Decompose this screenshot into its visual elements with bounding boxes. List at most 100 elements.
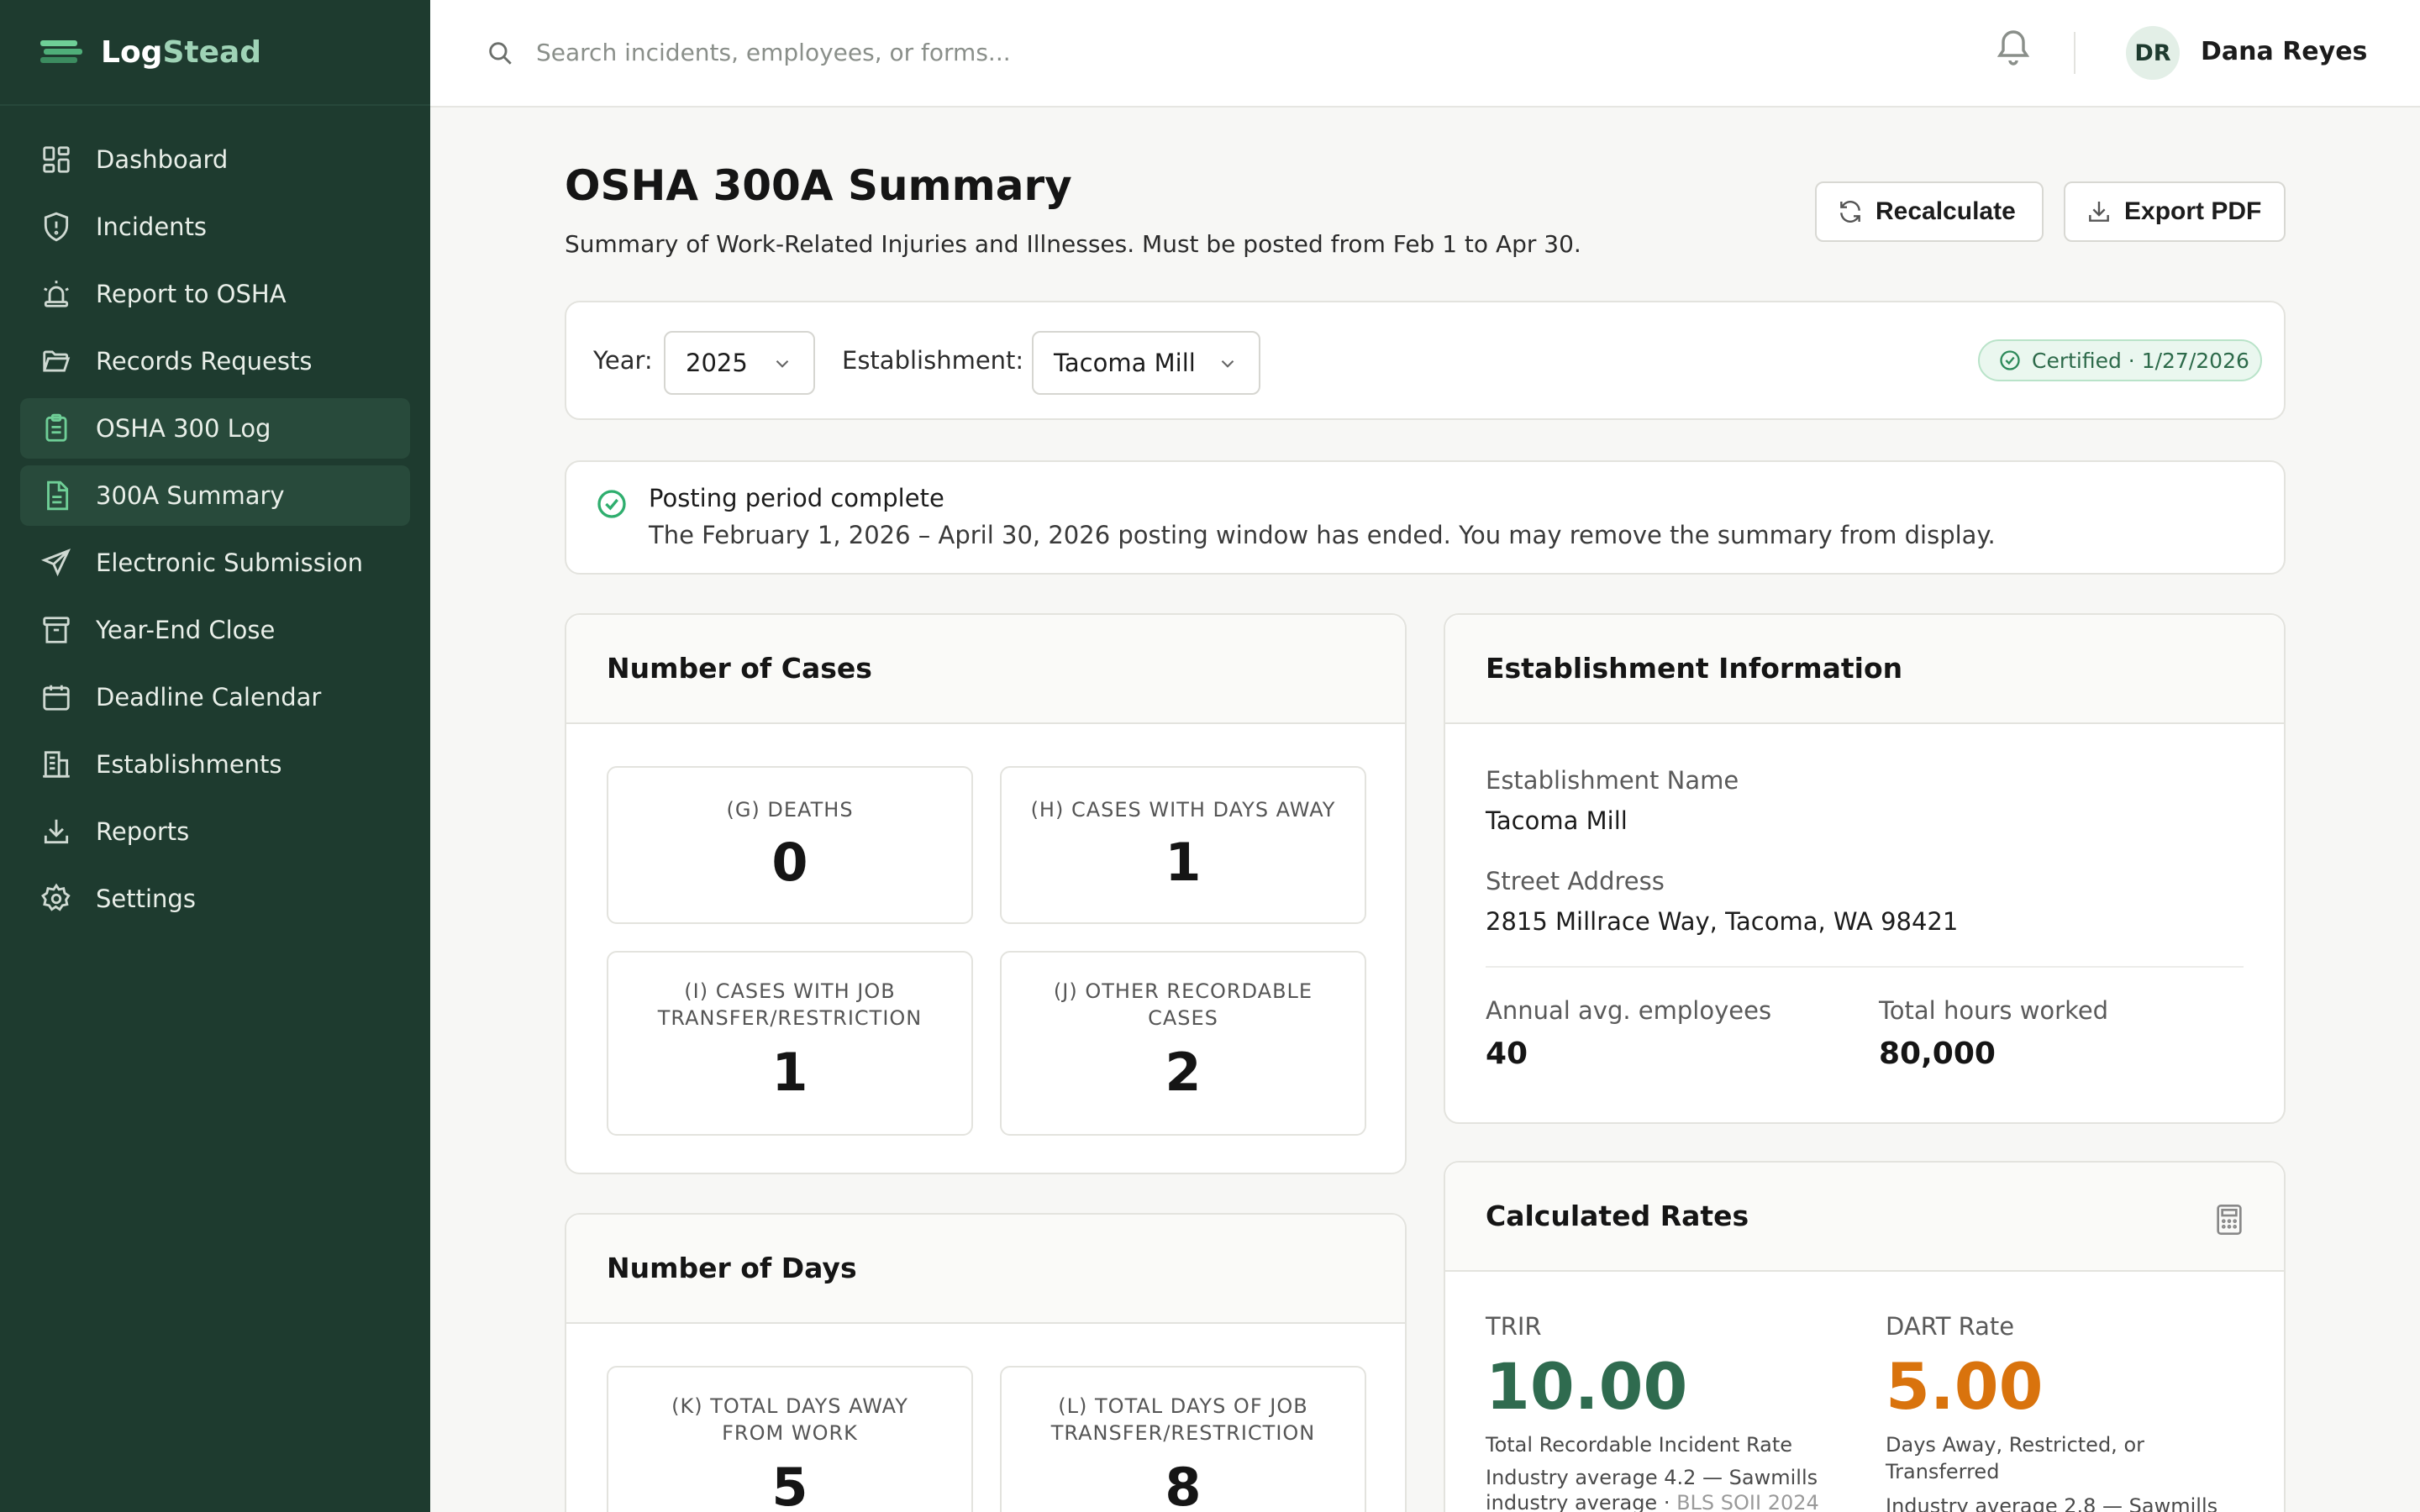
establishment-name-label: Establishment Name — [1486, 766, 1739, 795]
sidebar: LogStead Dashboard Incidents Report to O… — [0, 0, 430, 1512]
refresh-icon — [1840, 201, 1860, 223]
chevron-down-icon — [1221, 360, 1234, 368]
stat-value: 0 — [771, 832, 808, 893]
alert-title: Posting period complete — [649, 484, 944, 512]
sidebar-item-report-to-osha[interactable]: Report to OSHA — [20, 264, 410, 324]
certified-badge: Certified · 1/27/2026 — [1978, 339, 2262, 381]
card-header: Number of Days — [566, 1215, 1405, 1324]
sidebar-item-label: 300A Summary — [96, 481, 285, 510]
sidebar-item-300a-summary[interactable]: 300A Summary — [20, 465, 410, 526]
stat-total-days-transfer: (L) TOTAL DAYS OF JOB TRANSFER/RESTRICTIO… — [1000, 1366, 1366, 1512]
calculated-rates-card: Calculated Rates TRIR 10.00 Total Record… — [1444, 1161, 2286, 1512]
trir-description: Total Recordable Incident Rate — [1486, 1433, 1793, 1457]
page-subtitle: Summary of Work-Related Injuries and Ill… — [565, 230, 1581, 258]
sidebar-item-label: Incidents — [96, 213, 208, 241]
sidebar-item-label: Year-End Close — [96, 616, 276, 644]
year-select-value: 2025 — [686, 349, 748, 377]
page-title: OSHA 300A Summary — [565, 161, 1072, 210]
stat-other-recordable-cases: (J) OTHER RECORDABLE CASES 2 — [1000, 951, 1366, 1136]
search-icon — [489, 42, 512, 65]
sidebar-item-label: Dashboard — [96, 145, 229, 174]
grid-icon — [40, 144, 72, 176]
trir-industry-note: Industry average 4.2 — Sawmills industry … — [1486, 1466, 1819, 1512]
number-of-days-card: Number of Days (K) TOTAL DAYS AWAY FROM W… — [565, 1213, 1407, 1512]
certified-badge-text: Certified · 1/27/2026 — [2032, 348, 2249, 373]
card-title: Establishment Information — [1486, 652, 1903, 685]
year-select[interactable]: 2025 — [664, 331, 815, 395]
shield-alert-icon — [40, 211, 72, 243]
stat-label: (G) DEATHS — [726, 798, 854, 822]
sidebar-item-electronic-submission[interactable]: Electronic Submission — [20, 533, 410, 593]
sidebar-item-incidents[interactable]: Incidents — [20, 197, 410, 257]
sidebar-item-establishments[interactable]: Establishments — [20, 734, 410, 795]
stat-value: 8 — [1165, 1457, 1202, 1512]
stat-value: 1 — [1165, 832, 1202, 893]
export-pdf-label: Export PDF — [2124, 197, 2262, 225]
sidebar-item-records-requests[interactable]: Records Requests — [20, 331, 410, 391]
stat-label: (H) CASES WITH DAYS AWAY — [1030, 798, 1336, 822]
card-title: Number of Days — [607, 1252, 857, 1284]
card-header: Establishment Information — [1445, 615, 2284, 724]
sidebar-item-osha-300-log[interactable]: OSHA 300 Log — [20, 398, 410, 459]
stat-transfer-restriction-cases: (I) CASES WITH JOB TRANSFER/RESTRICTION 1 — [607, 951, 973, 1136]
stat-label: (I) CASES WITH JOB TRANSFER/RESTRICTION — [657, 979, 923, 1030]
avatar[interactable]: DR — [2126, 26, 2180, 80]
check-circle-icon — [597, 490, 626, 518]
total-hours-label: Total hours worked — [1879, 996, 2109, 1025]
send-icon — [40, 547, 72, 579]
posting-alert: Posting period complete The February 1, … — [565, 460, 2286, 575]
street-address-label: Street Address — [1486, 867, 1665, 895]
sidebar-item-settings[interactable]: Settings — [20, 869, 410, 929]
sidebar-nav: Dashboard Incidents Report to OSHA Recor… — [0, 0, 430, 936]
folder-open-icon — [40, 345, 72, 377]
establishment-select-value: Tacoma Mill — [1054, 349, 1196, 377]
street-address-value: 2815 Millrace Way, Tacoma, WA 98421 — [1486, 907, 1959, 936]
chevron-down-icon — [776, 360, 789, 368]
topbar: DR Dana Reyes — [430, 0, 2420, 108]
trir-label: TRIR — [1486, 1312, 1542, 1341]
download-icon — [40, 816, 72, 848]
user-name[interactable]: Dana Reyes — [2201, 37, 2367, 66]
card-title: Number of Cases — [607, 652, 872, 685]
search-input[interactable] — [536, 29, 1292, 76]
sidebar-item-label: OSHA 300 Log — [96, 414, 271, 443]
sidebar-item-label: Settings — [96, 885, 196, 913]
annual-employees-label: Annual avg. employees — [1486, 996, 1772, 1025]
download-icon — [2089, 202, 2109, 222]
gear-icon — [40, 883, 72, 915]
card-header: Calculated Rates — [1445, 1163, 2284, 1272]
sidebar-item-year-end-close[interactable]: Year-End Close — [20, 600, 410, 660]
dart-industry-note: Industry average 2.8 — Sawmills — [1886, 1494, 2218, 1512]
stat-total-days-away: (K) TOTAL DAYS AWAY FROM WORK 5 — [607, 1366, 973, 1512]
stat-label: (L) TOTAL DAYS OF JOB TRANSFER/RESTRICTIO… — [1050, 1394, 1316, 1445]
sidebar-item-label: Deadline Calendar — [96, 683, 322, 711]
annual-employees-value: 40 — [1486, 1037, 1528, 1071]
stat-days-away-cases: (H) CASES WITH DAYS AWAY 1 — [1000, 766, 1366, 924]
dart-description: Days Away, Restricted, or Transferred — [1886, 1433, 2144, 1483]
calculator-icon[interactable] — [2215, 1203, 2244, 1236]
export-pdf-button[interactable]: Export PDF — [2064, 181, 2286, 242]
establishment-select[interactable]: Tacoma Mill — [1032, 331, 1260, 395]
stat-value: 2 — [1165, 1042, 1202, 1103]
sidebar-item-deadline-calendar[interactable]: Deadline Calendar — [20, 667, 410, 727]
recalculate-label: Recalculate — [1876, 197, 2016, 225]
siren-icon — [40, 278, 72, 310]
dart-label: DART Rate — [1886, 1312, 2015, 1341]
sidebar-item-reports[interactable]: Reports — [20, 801, 410, 862]
dart-value: 5.00 — [1886, 1349, 2044, 1424]
info-divider — [1486, 966, 2244, 968]
clipboard-icon — [40, 412, 72, 444]
card-header: Number of Cases — [566, 615, 1405, 724]
trir-value: 10.00 — [1486, 1349, 1688, 1424]
stat-value: 5 — [771, 1457, 808, 1512]
card-title: Calculated Rates — [1486, 1200, 1749, 1232]
archive-icon — [40, 614, 72, 646]
bell-icon[interactable] — [1993, 25, 2033, 69]
file-text-icon — [40, 480, 72, 512]
sidebar-item-dashboard[interactable]: Dashboard — [20, 129, 410, 190]
establishment-label: Establishment: — [842, 346, 1024, 375]
establishment-name-value: Tacoma Mill — [1486, 806, 1628, 835]
recalculate-button[interactable]: Recalculate — [1815, 181, 2044, 242]
sidebar-item-label: Electronic Submission — [96, 549, 364, 577]
stat-label: (J) OTHER RECORDABLE CASES — [1053, 979, 1313, 1030]
